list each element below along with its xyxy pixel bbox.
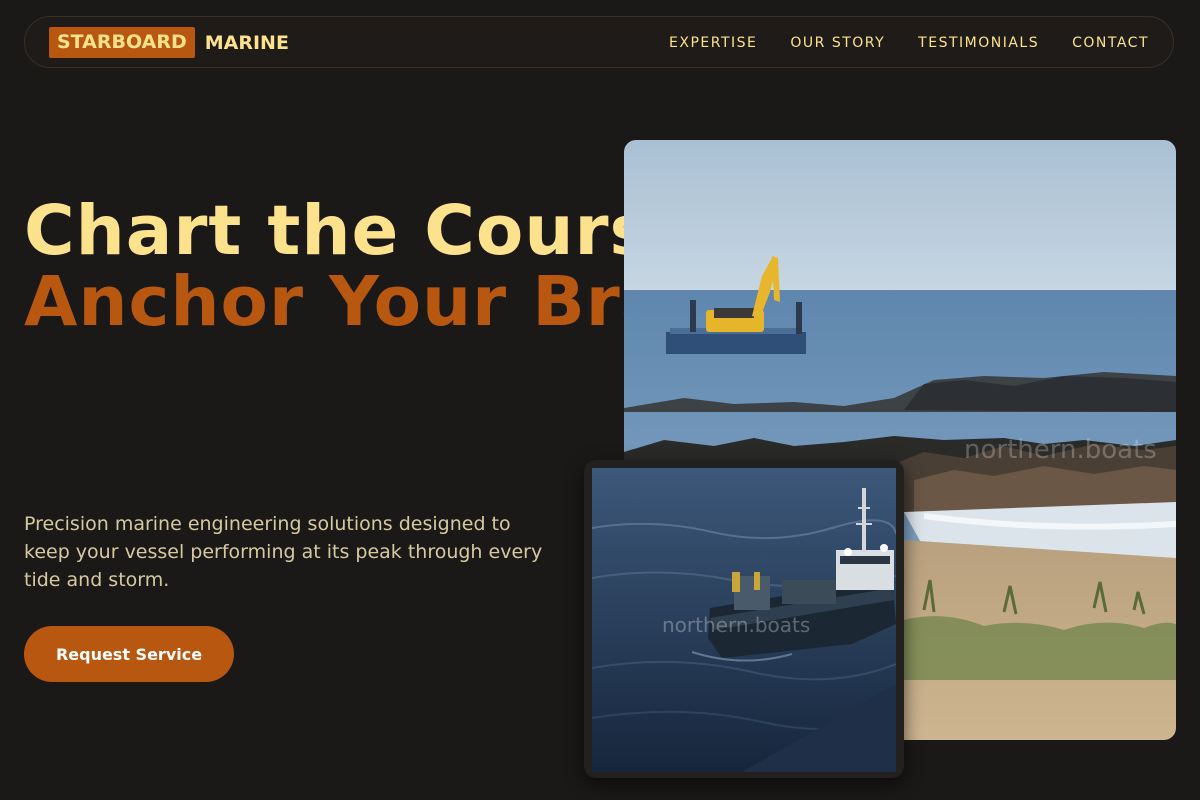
top-navigation: STARBOARD MARINE EXPERTISE OUR STORY TES…	[24, 16, 1174, 68]
inset-photo-watermark: northern.boats	[662, 613, 810, 637]
nav-link-testimonials[interactable]: TESTIMONIALS	[918, 35, 1039, 51]
hero-description: Precision marine engineering solutions d…	[24, 513, 543, 591]
nav-link-expertise[interactable]: EXPERTISE	[669, 35, 757, 51]
main-photo-watermark: northern.boats	[964, 435, 1157, 465]
nav-link-contact[interactable]: CONTACT	[1072, 35, 1149, 51]
brand-logo[interactable]: STARBOARD MARINE	[49, 27, 289, 58]
request-service-button[interactable]: Request Service	[24, 626, 234, 682]
workboat-photo-illustration: northern.boats	[592, 468, 896, 772]
brand-highlight: STARBOARD	[49, 27, 195, 58]
brand-name: MARINE	[204, 31, 289, 54]
hero-photo-workboat: northern.boats	[584, 460, 904, 778]
nav-link-our-story[interactable]: OUR STORY	[790, 35, 885, 51]
nav-menu: EXPERTISE OUR STORY TESTIMONIALS CONTACT	[636, 17, 1149, 69]
